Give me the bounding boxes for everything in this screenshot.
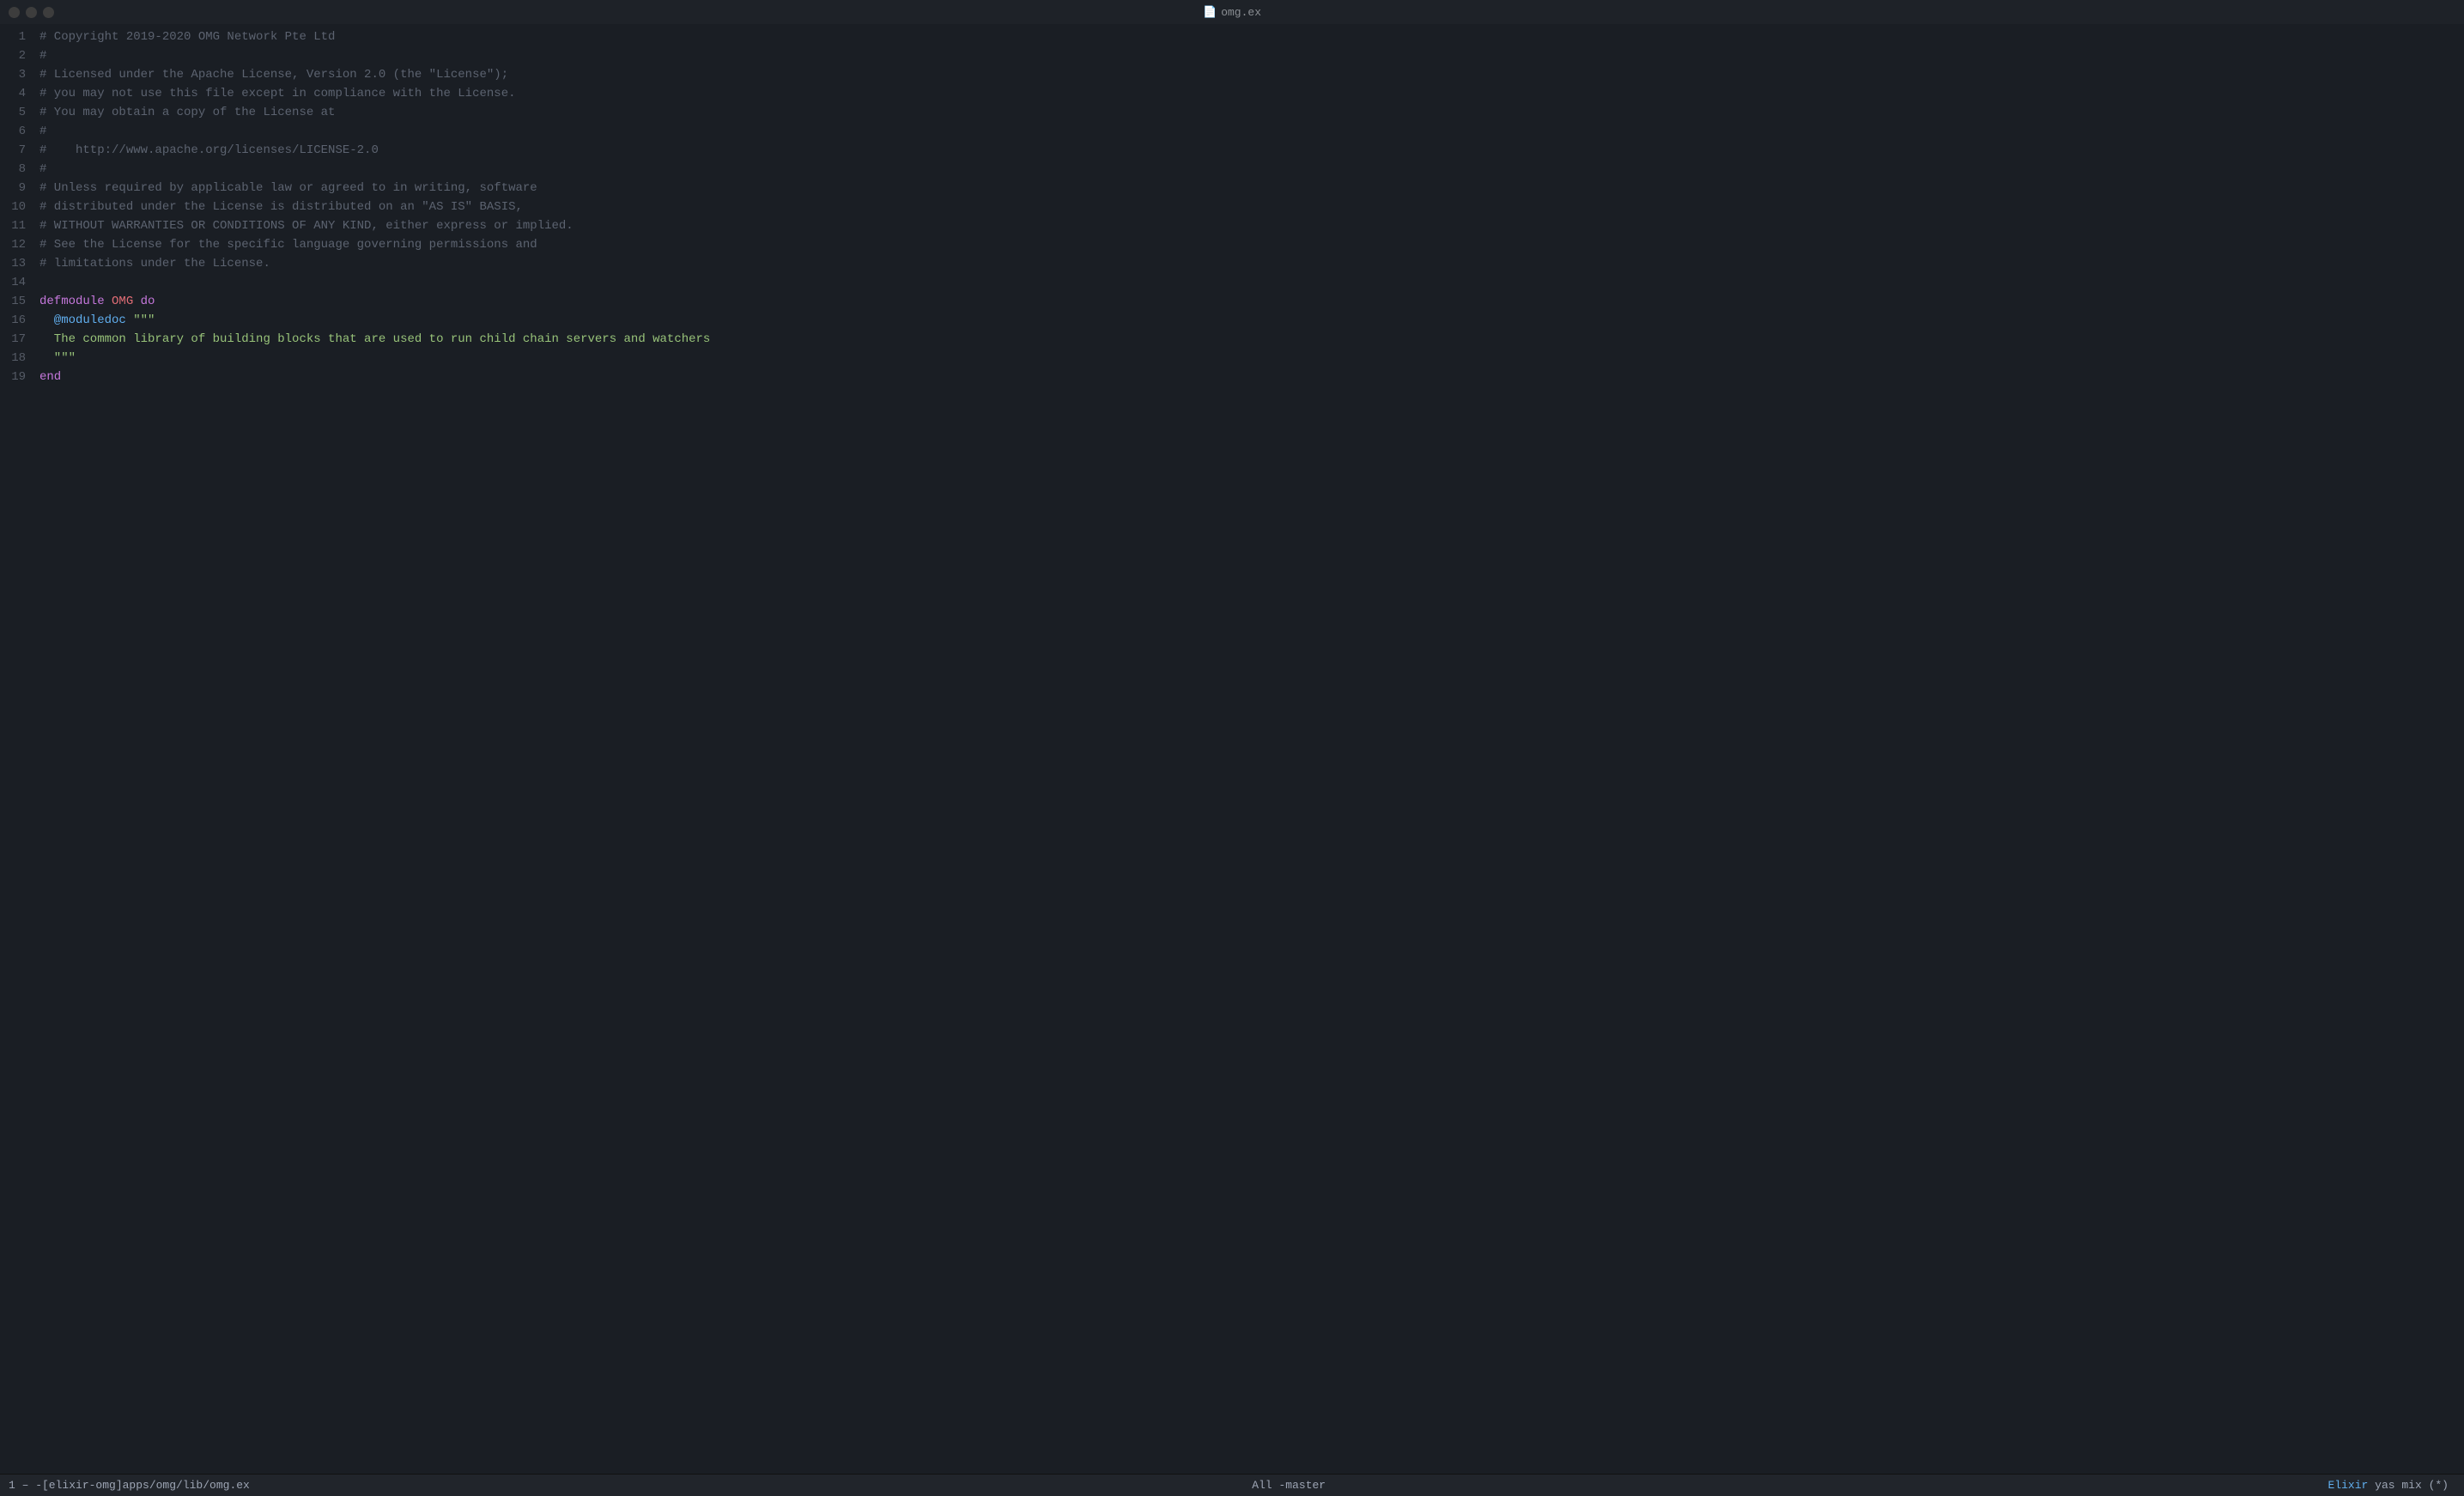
- code-line: #: [39, 122, 2464, 141]
- code-line: # http://www.apache.org/licenses/LICENSE…: [39, 141, 2464, 160]
- code-line: # Unless required by applicable law or a…: [39, 179, 2464, 198]
- code-line: # Copyright 2019-2020 OMG Network Pte Lt…: [39, 27, 2464, 46]
- line-number: 5: [10, 103, 26, 122]
- token-comment: # limitations under the License.: [39, 257, 270, 271]
- line-number: 18: [10, 349, 26, 368]
- token-decorator: @moduledoc: [39, 313, 133, 327]
- code-line: #: [39, 46, 2464, 65]
- token-comment: #: [39, 162, 46, 176]
- code-line: defmodule OMG do: [39, 292, 2464, 311]
- status-file-info: 1 – -[elixir-omg]apps/omg/lib/omg.ex: [9, 1479, 250, 1492]
- code-line: [39, 273, 2464, 292]
- line-number: 15: [10, 292, 26, 311]
- token-comment: # distributed under the License is distr…: [39, 200, 523, 214]
- line-number: 12: [10, 235, 26, 254]
- line-number: 16: [10, 311, 26, 330]
- status-mode: yas mix (*): [2375, 1479, 2449, 1492]
- line-numbers: 12345678910111213141516171819: [0, 27, 36, 386]
- status-bar: 1 – -[elixir-omg]apps/omg/lib/omg.ex All…: [0, 1474, 2464, 1496]
- line-number: 6: [10, 122, 26, 141]
- code-line: # You may obtain a copy of the License a…: [39, 103, 2464, 122]
- status-language-name: Elixir: [2328, 1479, 2369, 1492]
- line-number: 7: [10, 141, 26, 160]
- token-comment: # Licensed under the Apache License, Ver…: [39, 68, 508, 82]
- token-keyword-do: do: [141, 295, 155, 308]
- token-comment: # Unless required by applicable law or a…: [39, 181, 537, 195]
- minimize-button[interactable]: [26, 7, 37, 18]
- code-line: end: [39, 368, 2464, 386]
- code-lines[interactable]: # Copyright 2019-2020 OMG Network Pte Lt…: [36, 27, 2464, 386]
- window-title: 📄 omg.ex: [1203, 6, 1261, 19]
- token-comment: # WITHOUT WARRANTIES OR CONDITIONS OF AN…: [39, 219, 574, 233]
- status-position: All -master: [1252, 1479, 1326, 1492]
- window-controls: [9, 7, 54, 18]
- line-number: 9: [10, 179, 26, 198]
- token-comment: # You may obtain a copy of the License a…: [39, 106, 335, 119]
- line-number: 19: [10, 368, 26, 386]
- token-keyword: defmodule: [39, 295, 105, 308]
- token-comment: #: [39, 125, 46, 138]
- line-number: 4: [10, 84, 26, 103]
- title-bar: 📄 omg.ex: [0, 0, 2464, 24]
- close-button[interactable]: [9, 7, 20, 18]
- line-number: 11: [10, 216, 26, 235]
- token-module-name: OMG: [105, 295, 141, 308]
- code-line: # Licensed under the Apache License, Ver…: [39, 65, 2464, 84]
- maximize-button[interactable]: [43, 7, 54, 18]
- code-line: #: [39, 160, 2464, 179]
- token-doc-string: """: [39, 351, 76, 365]
- code-line: # WITHOUT WARRANTIES OR CONDITIONS OF AN…: [39, 216, 2464, 235]
- code-container: 12345678910111213141516171819 # Copyrigh…: [0, 27, 2464, 386]
- line-number: 3: [10, 65, 26, 84]
- code-line: # limitations under the License.: [39, 254, 2464, 273]
- code-line: """: [39, 349, 2464, 368]
- token-comment: # http://www.apache.org/licenses/LICENSE…: [39, 143, 379, 157]
- line-number: 10: [10, 198, 26, 216]
- token-comment: # you may not use this file except in co…: [39, 87, 516, 100]
- line-number: 2: [10, 46, 26, 65]
- token-doc-string: """: [133, 313, 155, 327]
- line-number: 17: [10, 330, 26, 349]
- token-doc-string: The common library of building blocks th…: [39, 332, 710, 346]
- token-comment: # See the License for the specific langu…: [39, 238, 537, 252]
- code-line: The common library of building blocks th…: [39, 330, 2464, 349]
- code-line: # See the License for the specific langu…: [39, 235, 2464, 254]
- editor[interactable]: 12345678910111213141516171819 # Copyrigh…: [0, 24, 2464, 1474]
- token-keyword: end: [39, 370, 61, 384]
- line-number: 8: [10, 160, 26, 179]
- file-icon: 📄: [1203, 6, 1217, 19]
- filename: omg.ex: [1221, 6, 1261, 19]
- code-line: # distributed under the License is distr…: [39, 198, 2464, 216]
- line-number: 14: [10, 273, 26, 292]
- token-comment: #: [39, 49, 46, 63]
- line-number: 1: [10, 27, 26, 46]
- line-number: 13: [10, 254, 26, 273]
- token-comment: # Copyright 2019-2020 OMG Network Pte Lt…: [39, 30, 335, 44]
- status-language: Elixir yas mix (*): [2328, 1479, 2449, 1492]
- code-line: # you may not use this file except in co…: [39, 84, 2464, 103]
- code-line: @moduledoc """: [39, 311, 2464, 330]
